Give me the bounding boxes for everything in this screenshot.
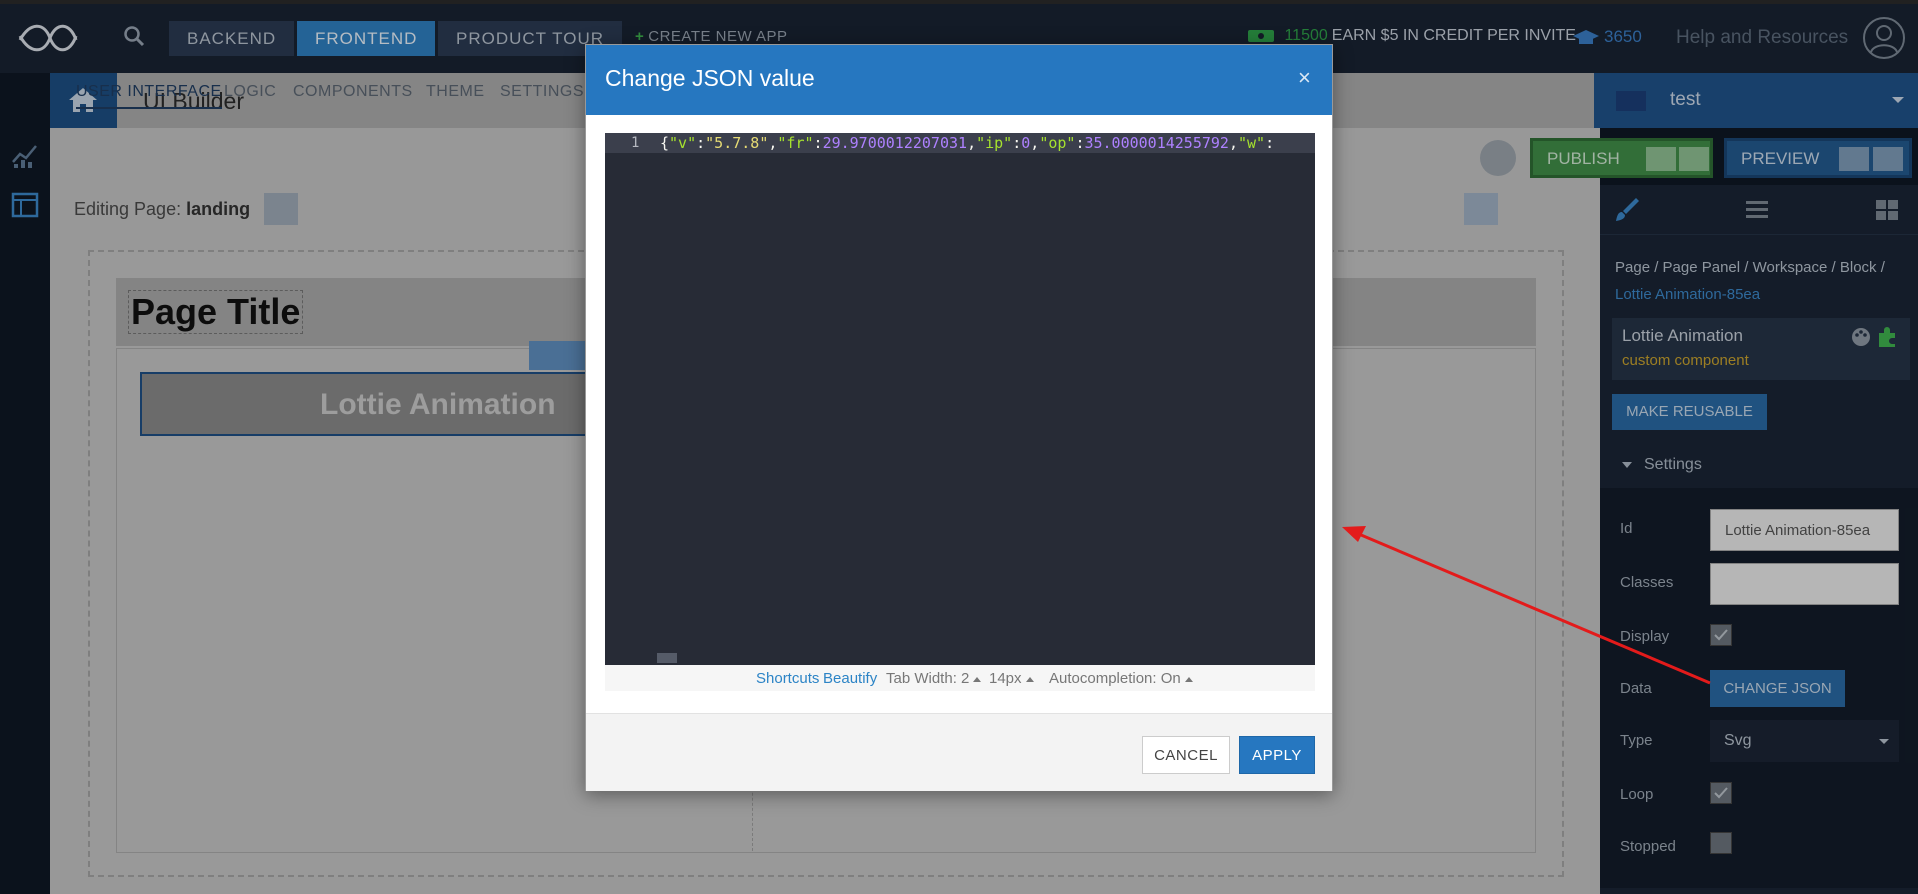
font-size-select[interactable]: 14px <box>989 670 1034 687</box>
code-token: "w" <box>1238 134 1266 152</box>
code-token: : <box>1012 134 1022 152</box>
close-icon[interactable]: × <box>1298 65 1311 91</box>
code-token: : <box>696 134 706 152</box>
dialog-header: Change JSON value × <box>586 45 1332 115</box>
change-json-dialog: Change JSON value × 1 {"v":"5.7.8","fr":… <box>585 44 1333 791</box>
apply-button[interactable]: APPLY <box>1239 736 1315 774</box>
json-code-editor[interactable]: 1 {"v":"5.7.8","fr":29.9700012207031,"ip… <box>605 133 1315 665</box>
code-token: "v" <box>669 134 697 152</box>
code-token: 29.9700012207031 <box>822 134 968 152</box>
code-token: : <box>1265 134 1275 152</box>
line-number: 1 <box>631 135 640 151</box>
tab-width-label: Tab Width: 2 <box>886 670 970 687</box>
code-token: 35.0000014255792 <box>1084 134 1229 152</box>
tab-width-select[interactable]: Tab Width: 2 <box>886 670 982 687</box>
dialog-footer: CANCEL APPLY <box>586 713 1332 791</box>
code-token: , <box>1030 134 1040 152</box>
editor-status-bar: Shortcuts Beautify Tab Width: 2 14px Aut… <box>605 665 1315 691</box>
caret-up-icon <box>1184 676 1193 682</box>
caret-up-icon <box>1025 676 1034 682</box>
autocompletion-label: Autocompletion: On <box>1049 670 1181 687</box>
horizontal-scrollbar[interactable] <box>657 653 677 663</box>
editor-gutter <box>605 133 657 665</box>
shortcuts-link[interactable]: Shortcuts <box>756 670 819 687</box>
autocompletion-select[interactable]: Autocompletion: On <box>1049 670 1193 687</box>
cancel-button[interactable]: CANCEL <box>1142 736 1230 774</box>
dialog-title: Change JSON value <box>605 65 815 91</box>
code-token: "ip" <box>976 134 1013 152</box>
code-line[interactable]: {"v":"5.7.8","fr":29.9700012207031,"ip":… <box>660 134 1312 154</box>
caret-up-icon <box>973 676 982 682</box>
code-token: 0 <box>1021 134 1031 152</box>
annotation-arrow-icon <box>1342 526 1711 685</box>
code-token: { <box>660 134 670 152</box>
code-token: : <box>813 134 823 152</box>
code-token: "fr" <box>777 134 814 152</box>
code-token: , <box>967 134 977 152</box>
code-token: "5.7.8" <box>705 134 769 152</box>
code-token: "op" <box>1039 134 1076 152</box>
beautify-link[interactable]: Beautify <box>823 670 877 687</box>
code-token: , <box>1228 134 1238 152</box>
font-size-label: 14px <box>989 670 1022 687</box>
